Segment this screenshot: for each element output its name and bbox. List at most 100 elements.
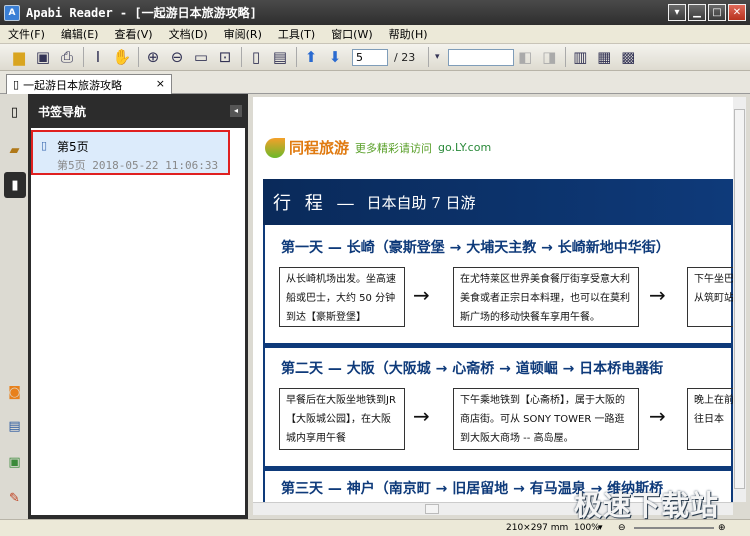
day-section: 第一天 — 长崎（豪斯登堡 → 大埔天主教 → 长崎新地中华街） 从长崎机场出发… bbox=[263, 225, 733, 343]
day-section: 第二天 — 大阪（大阪城 → 心斋桥 → 道顿崛 → 日本桥电器街 早餐后在大阪… bbox=[263, 348, 733, 466]
hand-tool-icon[interactable]: ✋ bbox=[111, 46, 133, 68]
itinerary-box: 在尤特莱区世界美食餐厅街享受意大利美食或者正宗日本料理，也可以在莫利斯广场的移动… bbox=[453, 267, 639, 327]
scroll-thumb[interactable] bbox=[734, 109, 745, 489]
itinerary-box: 下午乘地铁到【心斋桥】，属于大阪的商店街。可从 SONY TOWER 一路逛到大… bbox=[453, 388, 639, 450]
bookmark-item[interactable]: ▯ 第5页 第5页 2018-05-22 11:06:33 bbox=[31, 130, 230, 175]
zoom-out-button[interactable]: ⊖ bbox=[618, 523, 626, 533]
rss-icon[interactable]: ◙ bbox=[6, 384, 23, 401]
layers-icon[interactable]: ▰ bbox=[6, 142, 23, 159]
document-icon: ▯ bbox=[13, 78, 20, 91]
bookmark-panel-title: 书签导航 bbox=[38, 104, 87, 119]
toolbar-separator bbox=[241, 47, 242, 67]
bookmark-panel-header: 书签导航 ◂ bbox=[28, 94, 248, 128]
banner-heading: 行 程 — bbox=[273, 193, 359, 214]
search-next-icon[interactable]: ◨ bbox=[538, 46, 560, 68]
minimize-button[interactable]: ▁ bbox=[688, 4, 706, 21]
arrow-icon: → bbox=[649, 283, 666, 307]
watermark-logo: 极速下载站 bbox=[574, 489, 720, 522]
zoom-dropdown-icon[interactable]: ▾ bbox=[598, 523, 603, 533]
close-button[interactable]: ✕ bbox=[728, 4, 746, 21]
itinerary-box: 早餐后在大阪坐地铁到JR【大阪城公园】，在大阪城内享用午餐 bbox=[279, 388, 405, 450]
zoom-in-icon[interactable]: ⊕ bbox=[142, 46, 164, 68]
attachment-icon[interactable]: ▣ bbox=[6, 454, 23, 471]
menu-help[interactable]: 帮助(H) bbox=[381, 26, 436, 42]
save-icon[interactable]: ▣ bbox=[32, 46, 54, 68]
toolbar-separator bbox=[428, 47, 430, 67]
window-title: Apabi Reader - [一起游日本旅游攻略] bbox=[26, 6, 257, 20]
document-page: 同程旅游 更多精彩请访问 go.LY.com 行 程 — 日本自助 7 日游 第… bbox=[253, 97, 733, 502]
tab-close-icon[interactable]: × bbox=[156, 77, 165, 90]
menu-tools[interactable]: 工具(T) bbox=[270, 26, 323, 42]
page-thumbnail-icon[interactable]: ▯ bbox=[6, 104, 23, 121]
title-bar: A Apabi Reader - [一起游日本旅游攻略] ▾ ▁ □ ✕ bbox=[0, 0, 750, 25]
paper-size: 210×297 mm bbox=[506, 523, 569, 533]
arrow-icon: → bbox=[413, 283, 430, 307]
fit-page-icon[interactable]: ⊡ bbox=[214, 46, 236, 68]
open-folder-icon[interactable]: ▆ bbox=[8, 46, 30, 68]
print-icon[interactable]: ⎙ bbox=[56, 46, 78, 68]
vertical-scrollbar[interactable] bbox=[733, 97, 746, 502]
select-text-icon[interactable]: I bbox=[87, 46, 109, 68]
annotation-pen-icon[interactable]: ✎ bbox=[6, 490, 23, 507]
arrow-icon: → bbox=[413, 404, 430, 428]
toolbar-separator bbox=[138, 47, 139, 67]
itinerary-banner: 行 程 — 日本自助 7 日游 bbox=[263, 179, 733, 225]
bookmark-list: ▯ 第5页 第5页 2018-05-22 11:06:33 bbox=[31, 128, 245, 515]
search-prev-icon[interactable]: ◧ bbox=[514, 46, 536, 68]
single-page-icon[interactable]: ▯ bbox=[245, 46, 267, 68]
zoom-out-icon[interactable]: ⊖ bbox=[166, 46, 188, 68]
book-view-icon[interactable]: ▥ bbox=[569, 46, 591, 68]
document-tab-label: 一起游日本旅游攻略 bbox=[23, 78, 123, 92]
window-list-icon[interactable]: ▤ bbox=[6, 418, 23, 435]
brand-logo-icon bbox=[265, 137, 285, 158]
search-input[interactable] bbox=[448, 48, 515, 66]
scroll-thumb[interactable] bbox=[425, 504, 439, 514]
day-title: 第二天 — 大阪（大阪城 → 心斋桥 → 道顿崛 → 日本桥电器街 bbox=[281, 361, 664, 377]
continuous-page-icon[interactable]: ▤ bbox=[269, 46, 291, 68]
banner-subtitle: 日本自助 7 日游 bbox=[366, 193, 476, 212]
maximize-button[interactable]: □ bbox=[708, 4, 726, 21]
search-dropdown-icon[interactable]: ▾ bbox=[432, 46, 442, 68]
menu-view[interactable]: 查看(V) bbox=[106, 26, 160, 42]
brand-url: go.LY.com bbox=[438, 141, 492, 154]
bookmark-nav-icon[interactable]: ▮ bbox=[4, 172, 26, 198]
next-page-icon[interactable]: ⬇ bbox=[324, 46, 346, 68]
bookmark-page-icon: ▯ bbox=[41, 139, 48, 152]
menu-review[interactable]: 审阅(R) bbox=[216, 26, 270, 42]
menu-file[interactable]: 文件(F) bbox=[0, 26, 53, 42]
brand-tagline: 更多精彩请访问 bbox=[355, 141, 433, 155]
day-title: 第一天 — 长崎（豪斯登堡 → 大埔天主教 → 长崎新地中华街） bbox=[281, 240, 670, 256]
document-tab[interactable]: ▯ 一起游日本旅游攻略 × bbox=[6, 74, 172, 94]
arrow-icon: → bbox=[649, 404, 666, 428]
itinerary-box: 晚上在前往日本 bbox=[687, 388, 733, 450]
page-total: / 23 bbox=[394, 50, 416, 64]
toolbar-separator bbox=[296, 47, 297, 67]
collapse-panel-icon[interactable]: ◂ bbox=[230, 105, 242, 117]
bookmark-add-icon[interactable]: ▦ bbox=[593, 46, 615, 68]
side-toolbar: ▯ ▰ ▮ ◙ ▤ ▣ ✎ bbox=[0, 94, 28, 519]
menu-document[interactable]: 文档(D) bbox=[161, 26, 216, 42]
brand-name: 同程旅游 bbox=[289, 139, 350, 157]
zoom-slider[interactable] bbox=[634, 527, 714, 529]
fit-width-icon[interactable]: ▭ bbox=[190, 46, 212, 68]
zoom-in-button[interactable]: ⊕ bbox=[718, 523, 726, 533]
menu-edit[interactable]: 编辑(E) bbox=[53, 26, 107, 42]
itinerary-box: 从长崎机场出发。坐高速船或巴士，大约 50 分钟到达【豪斯登堡】 bbox=[279, 267, 405, 327]
toolbar-separator bbox=[83, 47, 84, 67]
app-logo-icon: A bbox=[4, 4, 20, 21]
bookmark-item-detail: 第5页 2018-05-22 11:06:33 bbox=[57, 159, 219, 172]
previous-page-icon[interactable]: ⬆ bbox=[300, 46, 322, 68]
menu-bar: 文件(F) 编辑(E) 查看(V) 文档(D) 审阅(R) 工具(T) 窗口(W… bbox=[0, 25, 750, 44]
zoom-level: 100% bbox=[574, 523, 600, 533]
document-viewer: 同程旅游 更多精彩请访问 go.LY.com 行 程 — 日本自助 7 日游 第… bbox=[248, 94, 750, 519]
menu-window[interactable]: 窗口(W) bbox=[323, 26, 380, 42]
bookmark-item-label: 第5页 bbox=[57, 140, 89, 154]
itinerary-box: 下午坐巴从筑町站 bbox=[687, 267, 733, 327]
toolbar: ▆ ▣ ⎙ I ✋ ⊕ ⊖ ▭ ⊡ ▯ ▤ ⬆ ⬇ 5 / 23 ▾ ◧ ◨ ▥… bbox=[0, 44, 750, 71]
fullscreen-icon[interactable]: ▩ bbox=[617, 46, 639, 68]
collapse-arrow-button[interactable]: ▾ bbox=[668, 4, 686, 21]
brand-header: 同程旅游 更多精彩请访问 go.LY.com bbox=[265, 137, 491, 158]
page-number-input[interactable]: 5 bbox=[352, 48, 388, 66]
toolbar-separator bbox=[565, 47, 567, 67]
document-tab-bar: ▯ 一起游日本旅游攻略 × bbox=[0, 71, 750, 94]
